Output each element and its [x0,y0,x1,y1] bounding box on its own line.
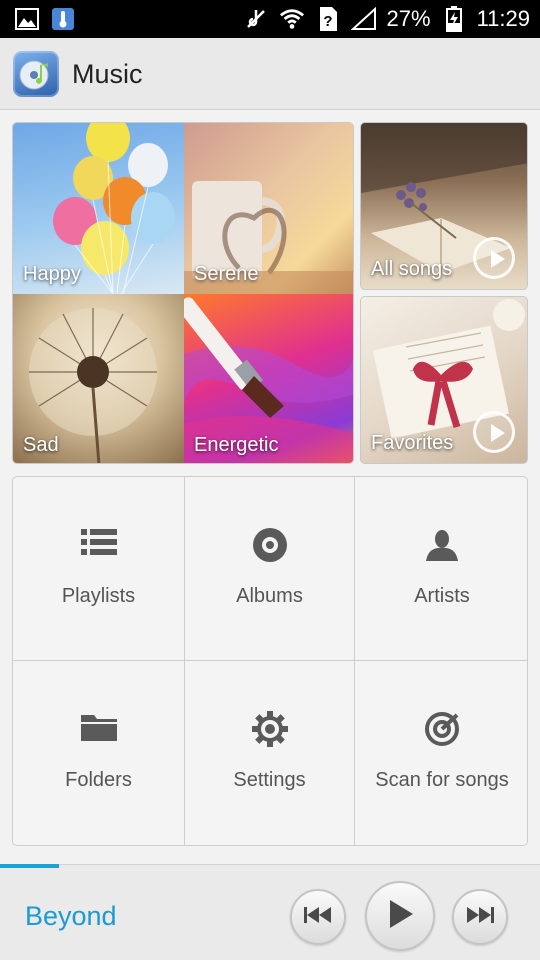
tile-label: Happy [23,263,81,285]
tile-favorites[interactable]: Favorites [360,296,528,464]
next-icon [466,906,494,929]
battery-percent: 27% [386,6,431,31]
menu-label: Folders [65,769,132,791]
disc-icon [185,527,354,563]
tile-all-songs[interactable]: All songs [360,122,528,290]
mini-player: Beyond [0,864,540,960]
list-icon [13,527,184,563]
menu-scan-for-songs[interactable]: Scan for songs [355,661,527,845]
person-icon [355,527,527,563]
gear-icon [185,711,354,747]
tile-label: Favorites [371,432,454,454]
page-title: Music [72,59,143,89]
battery-charging-icon [441,6,467,32]
menu-settings[interactable]: Settings [185,661,355,845]
menu-label: Settings [233,769,306,791]
play-button[interactable] [365,881,435,951]
tile-sad[interactable]: Sad [13,294,184,463]
app-bar: Music [0,38,540,110]
previous-button[interactable] [290,889,346,945]
tile-serene[interactable]: Serene [184,123,353,294]
play-icon [386,899,414,934]
thermometer-icon [50,6,76,32]
menu-folders[interactable]: Folders [13,661,185,845]
folder-icon [13,711,184,747]
svg-text:?: ? [323,13,332,30]
tile-label: All songs [371,258,453,280]
status-bar: ? 27% 11:29 [0,0,540,38]
mood-grid: Happy Serene Sad Energetic [12,122,354,464]
previous-icon [304,906,332,929]
playback-progress[interactable] [0,864,60,868]
tile-label: Serene [194,263,259,285]
signal-icon [350,6,377,32]
menu-label: Artists [414,585,470,607]
clock: 11:29 [476,6,530,31]
menu-label: Playlists [61,585,136,607]
tile-label: Sad [23,434,59,456]
play-icon[interactable] [473,237,515,279]
menu-playlists[interactable]: Playlists [13,477,185,661]
mute-icon [243,6,269,32]
menu-albums[interactable]: Albums [185,477,355,661]
menu-artists[interactable]: Artists [355,477,527,661]
tile-energetic[interactable]: Energetic [184,294,353,463]
library-menu: Playlists Albums Artists Folders Setting… [12,476,528,846]
menu-label: Scan for songs [375,769,509,791]
tile-happy[interactable]: Happy [13,123,184,294]
music-cd-icon[interactable] [13,51,59,97]
next-button[interactable] [452,889,508,945]
now-playing-title[interactable]: Beyond [25,901,117,932]
sim-unknown-icon: ? [315,6,341,32]
play-icon[interactable] [473,411,515,453]
target-icon [355,711,527,747]
gallery-icon [14,6,40,32]
wifi-icon [279,6,305,32]
menu-label: Albums [236,585,303,607]
tile-label: Energetic [194,434,279,456]
